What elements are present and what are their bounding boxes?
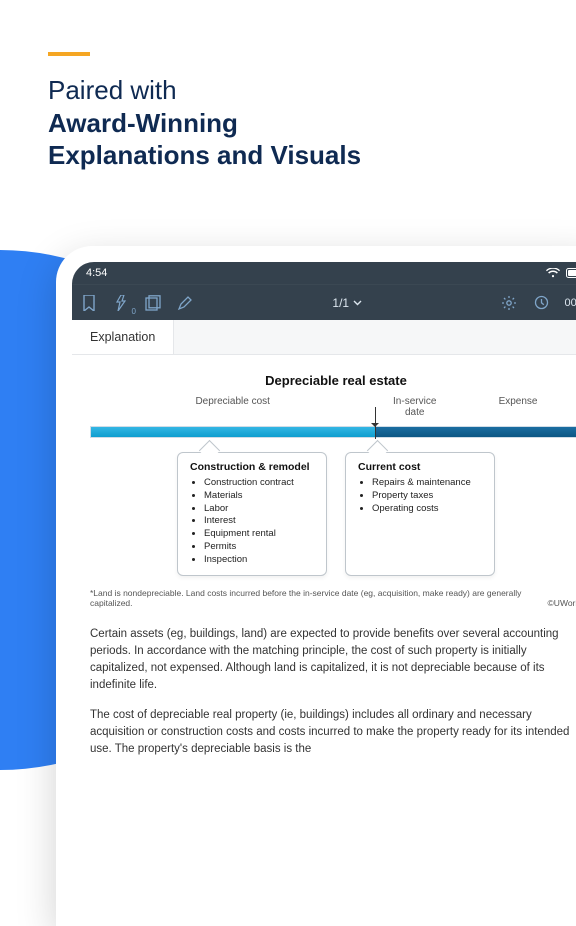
- callout-left-title: Construction & remodel: [190, 461, 314, 473]
- diagram-footnote-row: *Land is nondepreciable. Land costs incu…: [90, 588, 576, 608]
- diagram-header: Depreciable cost In-service date Expense: [90, 396, 576, 418]
- battery-icon: [566, 268, 576, 278]
- list-item: Repairs & maintenance: [372, 477, 482, 490]
- list-item: Operating costs: [372, 503, 482, 516]
- list-item: Permits: [204, 541, 314, 554]
- status-time: 4:54: [86, 267, 107, 279]
- header-depreciable-cost: Depreciable cost: [90, 396, 375, 418]
- list-item: Inspection: [204, 554, 314, 567]
- diagram: Depreciable real estate Depreciable cost…: [72, 355, 576, 616]
- page-indicator[interactable]: 1/1: [332, 296, 362, 310]
- gear-icon[interactable]: [500, 294, 518, 312]
- status-bar: 4:54: [72, 262, 576, 284]
- copyright: ©UWorld: [548, 598, 576, 608]
- tab-explanation[interactable]: Explanation: [72, 320, 174, 354]
- notes-icon[interactable]: [144, 294, 162, 312]
- header-in-service-2: date: [375, 407, 454, 418]
- highlighter-icon[interactable]: [176, 294, 194, 312]
- accent-bar: [48, 52, 90, 56]
- clock-icon[interactable]: [532, 294, 550, 312]
- flashcard-icon[interactable]: 0: [112, 294, 130, 312]
- tab-row: Explanation: [72, 320, 576, 355]
- hero-line3: Explanations and Visuals: [48, 139, 536, 172]
- hero-line2: Award-Winning: [48, 107, 536, 140]
- list-item: Construction contract: [204, 477, 314, 490]
- callout-construction: Construction & remodel Construction cont…: [177, 452, 327, 576]
- list-item: Labor: [204, 503, 314, 516]
- bar-depreciable: [91, 427, 375, 437]
- callout-current-cost: Current cost Repairs & maintenance Prope…: [345, 452, 495, 576]
- flash-badge: 0: [132, 307, 136, 316]
- chevron-down-icon: [353, 300, 362, 306]
- callout-right-title: Current cost: [358, 461, 482, 473]
- explanation-body: Certain assets (eg, buildings, land) are…: [72, 616, 576, 781]
- list-item: Property taxes: [372, 490, 482, 503]
- bar-expense: [375, 427, 576, 437]
- tablet-screen: 4:54 0: [72, 262, 576, 910]
- hero-heading: Paired with Award-Winning Explanations a…: [48, 74, 536, 172]
- app-toolbar: 0 1/1: [72, 284, 576, 320]
- in-service-marker: [375, 407, 376, 439]
- callout-left-list: Construction contract Materials Labor In…: [190, 477, 314, 567]
- callout-right-list: Repairs & maintenance Property taxes Ope…: [358, 477, 482, 515]
- list-item: Interest: [204, 515, 314, 528]
- diagram-title: Depreciable real estate: [90, 373, 576, 388]
- paragraph-2: The cost of depreciable real property (i…: [90, 707, 576, 759]
- list-item: Materials: [204, 490, 314, 503]
- header-expense: Expense: [454, 396, 576, 418]
- tablet-frame: 4:54 0: [56, 246, 576, 926]
- paragraph-1: Certain assets (eg, buildings, land) are…: [90, 626, 576, 695]
- hero-line1: Paired with: [48, 75, 177, 105]
- list-item: Equipment rental: [204, 528, 314, 541]
- footnote-text: *Land is nondepreciable. Land costs incu…: [90, 588, 530, 608]
- timeline-bar: [90, 426, 576, 438]
- timer-value: 00:42: [564, 297, 576, 309]
- wifi-icon: [546, 268, 560, 278]
- content-area: Explanation Depreciable real estate Depr…: [72, 320, 576, 910]
- hero-block: Paired with Award-Winning Explanations a…: [0, 0, 576, 172]
- header-in-service-1: In-service: [375, 396, 454, 407]
- bookmark-icon[interactable]: [80, 294, 98, 312]
